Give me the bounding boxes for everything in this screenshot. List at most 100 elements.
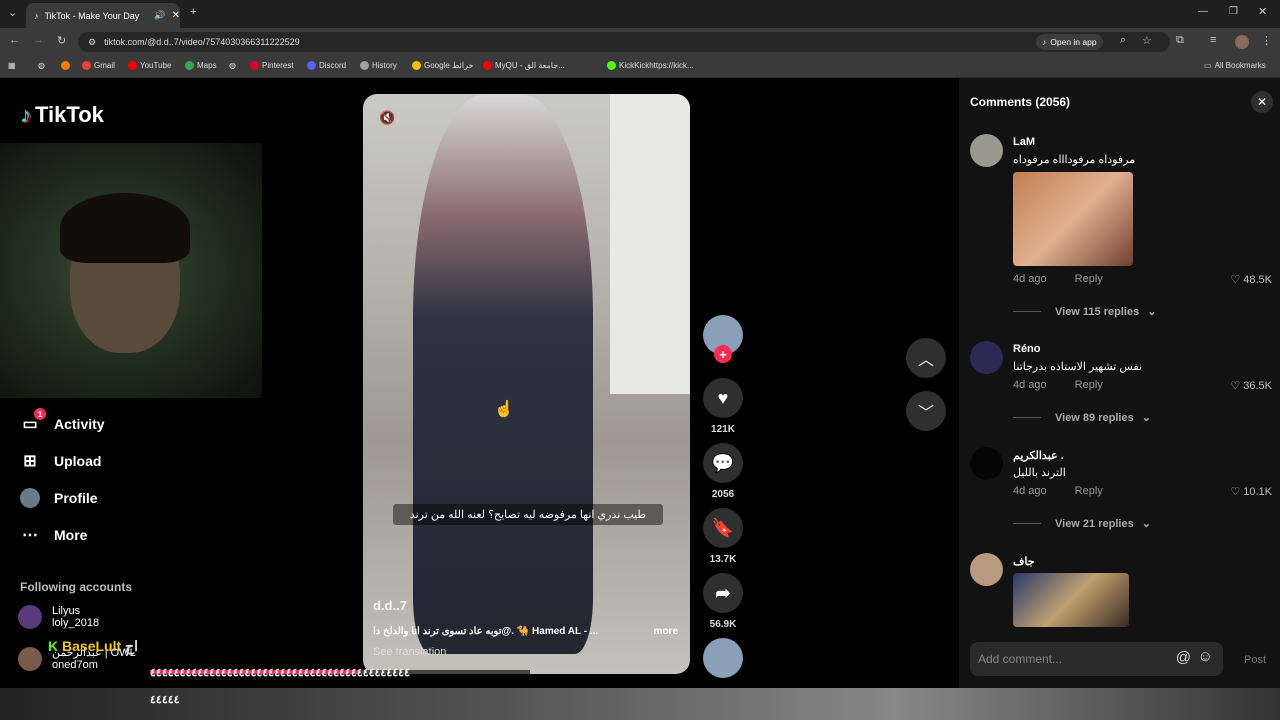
video-wall [610, 94, 690, 394]
folder-icon: ▭ [1204, 61, 1212, 70]
video-author[interactable]: d.d..7 [373, 598, 407, 613]
heart-outline-icon: ♡ [1230, 274, 1241, 286]
comments-title: Comments (2056) [970, 95, 1071, 109]
reading-list-icon[interactable]: ≡ [1210, 34, 1216, 46]
comment-author[interactable]: Réno [1013, 343, 1041, 355]
minimize-icon[interactable]: — [1198, 6, 1208, 17]
nav-profile-label: Profile [54, 490, 98, 506]
view-replies-button[interactable]: View 89 replies ⌄ [1013, 411, 1151, 424]
comment-author[interactable]: جاف [1013, 555, 1035, 568]
profile-avatar-icon[interactable] [1235, 35, 1249, 49]
tiktok-logo[interactable]: ♪ TikTok [20, 102, 104, 128]
video-description-text: توبه عاد تسوى ترند انا والدلخ دا@. 🐪 Ham… [373, 626, 599, 637]
avatar[interactable] [970, 134, 1003, 167]
bookmark-maps[interactable]: Maps [185, 61, 217, 70]
bookmark-globe2-icon[interactable]: ◍ [229, 61, 236, 70]
mouse-cursor-icon: ☝ [494, 401, 514, 418]
bookmark-google-maps-ar[interactable]: Google خرائط [412, 61, 473, 70]
bookmark-youtube[interactable]: YouTube [128, 61, 171, 70]
avatar[interactable] [970, 341, 1003, 374]
previous-video-button[interactable]: ︿ [906, 338, 946, 378]
comment-time: 4d ago [1013, 485, 1047, 497]
overlay-text: ٤٤٤٤٤٤٤٤٤٤٤٤٤٤٤٤٤٤٤٤٤٤٤٤٤٤٤٤٤٤٤٤٤٤٤٤٤٤٤٤… [150, 667, 410, 679]
tab-close-icon[interactable]: ✕ [172, 10, 180, 21]
see-translation-link[interactable]: See translation [373, 646, 446, 658]
comment-author[interactable]: عبدالكريم . [1013, 449, 1064, 462]
bookmark-gmail[interactable]: Gmail [82, 61, 115, 70]
comment-like-button[interactable]: ♡ 48.5K [1230, 273, 1272, 286]
share-button[interactable]: ➦ 56.9K [703, 573, 743, 630]
browser-menu-icon[interactable]: ⋮ [1261, 34, 1272, 47]
view-replies-button[interactable]: View 115 replies ⌄ [1013, 305, 1156, 318]
view-replies-button[interactable]: View 21 replies ⌄ [1013, 517, 1151, 530]
bookmark-blogger-icon[interactable] [61, 61, 70, 70]
add-comment-input[interactable]: Add comment... @ ☺ [970, 642, 1223, 676]
video-more-icon[interactable]: ⋯ [660, 108, 674, 125]
comment-like-button[interactable]: ♡ 10.1K [1230, 485, 1272, 498]
extensions-icon[interactable]: ⧉ [1176, 34, 1184, 47]
open-in-app-button[interactable]: ♪ Open in app [1036, 34, 1103, 50]
bookmark-kick[interactable]: KickKickhttps://kick... [607, 61, 694, 70]
like-button[interactable]: ♥ 121K [703, 378, 743, 435]
avatar-icon [20, 488, 40, 508]
bookmark-star-icon[interactable]: ☆ [1142, 34, 1152, 47]
inbox-icon: ▭ 1 [20, 408, 46, 434]
following-account[interactable]: Lilyus loly_2018 [18, 605, 99, 629]
post-button[interactable]: Post [1244, 654, 1266, 666]
mute-icon[interactable]: 🔇 [379, 110, 395, 126]
tab-audio-icon[interactable]: 🔊 [154, 10, 165, 21]
save-button[interactable]: 🔖 13.7K [703, 508, 743, 565]
comment-button[interactable]: 💬 2056 [703, 443, 743, 500]
next-video-button[interactable]: ﹀ [906, 391, 946, 431]
comment-like-button[interactable]: ♡ 36.5K [1230, 379, 1272, 392]
share-count: 56.9K [709, 619, 737, 630]
apps-icon[interactable]: ▦ [8, 61, 16, 70]
add-comment-placeholder: Add comment... [978, 652, 1063, 666]
reply-button[interactable]: Reply [1075, 485, 1103, 497]
close-icon: ✕ [1256, 95, 1268, 109]
sound-disc-button[interactable] [703, 638, 743, 684]
bookmark-history[interactable]: History [360, 61, 397, 70]
mention-icon[interactable]: @ [1176, 649, 1191, 666]
comment-author[interactable]: LaM [1013, 136, 1035, 148]
bookmark-pinterest[interactable]: Pinterest [250, 61, 294, 70]
heart-icon: ♥ [703, 378, 743, 418]
window-close-icon[interactable]: ✕ [1258, 5, 1267, 18]
webcam-hair [60, 193, 190, 263]
bookmarks-bar: ▦ ◍ Gmail YouTube Maps ◍ Pinterest Disco… [0, 56, 1280, 78]
video-more-link[interactable]: more [654, 626, 678, 637]
follow-plus-icon[interactable]: + [714, 345, 732, 363]
address-bar[interactable]: ⚙ tiktok.com/@d.d..7/video/7574030366311… [78, 32, 1170, 52]
all-bookmarks[interactable]: ▭ All Bookmarks [1204, 61, 1266, 70]
avatar[interactable] [970, 447, 1003, 480]
restore-icon[interactable]: ❐ [1229, 6, 1238, 17]
nav-upload[interactable]: ⊞ Upload [20, 451, 101, 471]
browser-tab[interactable]: ♪ TikTok - Make Your Day 🔊 ✕ [26, 3, 180, 28]
bookmark-globe-icon[interactable]: ◍ [38, 61, 45, 70]
zoom-icon[interactable]: ⌕ [1120, 34, 1126, 47]
forward-icon[interactable]: → [33, 34, 44, 46]
reload-icon[interactable]: ↻ [57, 34, 66, 47]
site-info-icon[interactable]: ⚙ [88, 37, 96, 48]
bookmark-myqu[interactable]: MyQU - جامعة الق... [483, 61, 565, 70]
nav-more[interactable]: ⋯ More [20, 525, 87, 545]
avatar[interactable] [970, 553, 1003, 586]
author-avatar-button[interactable]: + [703, 315, 743, 363]
nav-activity[interactable]: ▭ 1 Activity [20, 408, 105, 434]
new-tab-button[interactable]: + [190, 6, 196, 18]
hamster-gif-image[interactable] [1013, 172, 1133, 266]
bookmark-discord[interactable]: Discord [307, 61, 346, 70]
emoji-icon[interactable]: ☺ [1198, 648, 1213, 665]
tiktok-icon: ♪ [1042, 37, 1047, 47]
reply-button[interactable]: Reply [1075, 379, 1103, 391]
video-player[interactable]: 🔇 ⋯ طيب ندري انها مرفوضه ليه تصايح؟ لعنه… [363, 94, 690, 674]
comment-image[interactable] [1013, 573, 1129, 627]
avatar [18, 646, 42, 671]
close-comments-button[interactable]: ✕ [1251, 91, 1273, 113]
webcam-overlay [0, 143, 262, 398]
reply-button[interactable]: Reply [1075, 273, 1103, 285]
open-in-app-label: Open in app [1050, 37, 1097, 47]
tab-search-icon[interactable]: ⌄ [8, 6, 17, 19]
nav-profile[interactable]: Profile [20, 488, 98, 508]
back-icon[interactable]: ← [9, 34, 20, 46]
